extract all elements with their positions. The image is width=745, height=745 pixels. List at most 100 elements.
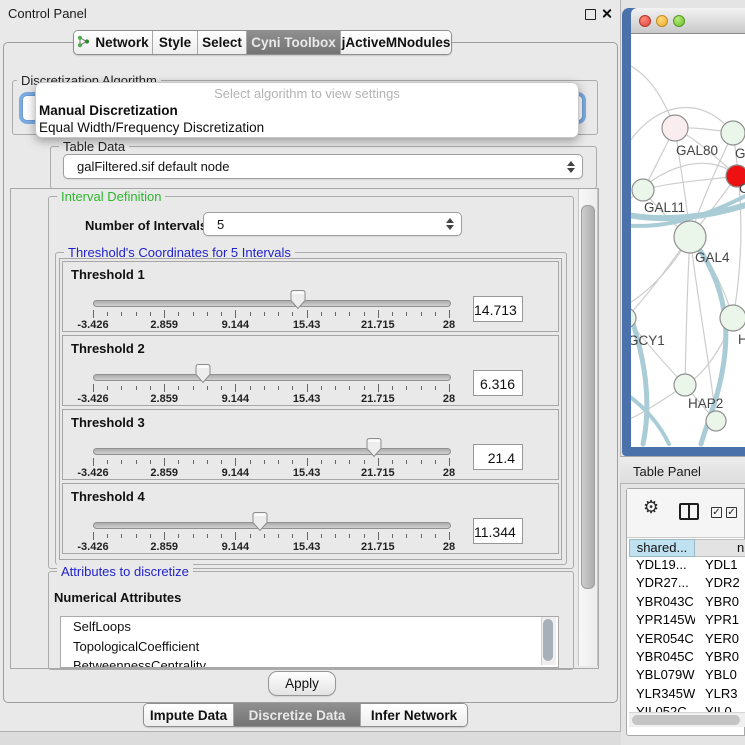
table-row[interactable]: YER054CYER0 [629, 631, 745, 649]
vertical-scrollbar-thumb[interactable] [581, 205, 595, 589]
threshold-row: Threshold 2 -3.4262.8599.14415.4321.7152… [62, 335, 559, 406]
table-data-value: galFiltered.sif default node [77, 159, 229, 174]
cell-shared-name[interactable]: YBR045C [629, 649, 695, 667]
popup-option-equal-width[interactable]: Equal Width/Frequency Discretization [39, 120, 575, 136]
threshold-row: Threshold 4 -3.4262.8599.14415.4321.7152… [62, 483, 559, 554]
network-node[interactable] [706, 411, 726, 431]
slider-thumb[interactable] [252, 511, 269, 532]
column-header-name[interactable]: n [695, 539, 745, 557]
network-window-titlebar[interactable] [631, 8, 745, 34]
table-row[interactable]: YBL079WYBL0 [629, 667, 745, 685]
threshold-value-field[interactable]: 11.344 [473, 518, 523, 544]
minimize-traffic-light[interactable] [656, 15, 668, 27]
slider-thumb[interactable] [195, 363, 212, 384]
table-hscrollbar-thumb[interactable] [632, 715, 740, 725]
cell-name[interactable]: YIL0 [695, 704, 745, 712]
close-icon[interactable] [601, 8, 612, 19]
tab-network[interactable]: Network [74, 31, 153, 54]
attribute-list-item[interactable]: TopologicalCoefficient [61, 637, 558, 657]
numerical-attributes-list[interactable]: SelfLoopsTopologicalCoefficientBetweenne… [60, 616, 559, 668]
slider-ticks [93, 383, 449, 393]
number-of-intervals-value: 5 [217, 217, 224, 232]
network-canvas[interactable]: GAL80GACGAL11GAL4GCY1HHAP2 [631, 34, 745, 447]
tab-style[interactable]: Style [153, 31, 198, 54]
panel-title: Control Panel [8, 6, 87, 21]
close-traffic-light[interactable] [639, 15, 651, 27]
network-node[interactable] [721, 121, 745, 145]
cell-shared-name[interactable]: YBL079W [629, 667, 695, 685]
attributes-group-title: Attributes to discretize [57, 564, 193, 579]
table-data-combobox[interactable]: galFiltered.sif default node [63, 154, 583, 179]
cell-name[interactable]: YPR1 [695, 612, 745, 630]
number-of-intervals-combobox[interactable]: 5 [203, 212, 462, 236]
cell-name[interactable]: YLR3 [695, 686, 745, 704]
table-hscrollbar-track[interactable] [629, 712, 745, 727]
table-row[interactable]: YDL19...YDL1 [629, 557, 745, 575]
attributes-scrollbar-thumb[interactable] [543, 619, 553, 661]
table-row[interactable]: YLR345WYLR3 [629, 686, 745, 704]
tab-infer-network[interactable]: Infer Network [361, 704, 467, 726]
attribute-list-item[interactable]: SelfLoops [61, 617, 558, 637]
tab-cyni-toolbox[interactable]: Cyni Toolbox [247, 31, 341, 54]
cell-name[interactable]: YBL0 [695, 667, 745, 685]
top-tab-bar: Network Style Select Cyni Toolbox jActiv… [73, 30, 452, 55]
cell-name[interactable]: YDL1 [695, 557, 745, 575]
table-panel: ⚙ ✓ ✓ shared... n YDL19...YDL1YDR27...YD… [626, 488, 745, 736]
slider-track[interactable] [93, 448, 451, 455]
slider-scale-labels: -3.4262.8599.14415.4321.71528 [93, 467, 449, 480]
cell-name[interactable]: YER0 [695, 631, 745, 649]
slider-track[interactable] [93, 522, 451, 529]
threshold-value-field[interactable]: 14.713 [473, 296, 523, 322]
table-panel-header: Table Panel [620, 456, 745, 484]
float-window-icon[interactable] [585, 9, 596, 20]
cell-name[interactable]: YDR2 [695, 575, 745, 593]
cell-shared-name[interactable]: YIL052C [629, 704, 695, 712]
checkbox-icon[interactable]: ✓ [726, 507, 737, 518]
slider-thumb[interactable] [290, 289, 307, 310]
column-header-shared-name[interactable]: shared... [629, 539, 695, 557]
cell-shared-name[interactable]: YDR27... [629, 575, 695, 593]
table-row[interactable]: YBR043CYBR0 [629, 594, 745, 612]
gear-icon[interactable]: ⚙ [643, 499, 659, 517]
table-panel-title: Table Panel [633, 464, 701, 479]
slider-track[interactable] [93, 300, 451, 307]
table-row[interactable]: YPR145WYPR1 [629, 612, 745, 630]
network-node-label: GA [735, 146, 745, 161]
cell-shared-name[interactable]: YER054C [629, 631, 695, 649]
tab-select[interactable]: Select [198, 31, 247, 54]
cell-shared-name[interactable]: YDL19... [629, 557, 695, 575]
threshold-slider[interactable]: -3.4262.8599.14415.4321.71528 [93, 361, 449, 406]
zoom-traffic-light[interactable] [673, 15, 685, 27]
network-node-label: GCY1 [631, 333, 665, 348]
checkbox-icon[interactable]: ✓ [711, 507, 722, 518]
table-row[interactable]: YDR27...YDR2 [629, 575, 745, 593]
threshold-slider[interactable]: -3.4262.8599.14415.4321.71528 [93, 509, 449, 554]
tab-jactive-label: jActiveMNodules [342, 35, 451, 50]
threshold-value-field[interactable]: 6.316 [473, 370, 523, 396]
cell-shared-name[interactable]: YBR043C [629, 594, 695, 612]
slider-track[interactable] [93, 374, 451, 381]
cell-name[interactable]: YBR0 [695, 649, 745, 667]
threshold-slider[interactable]: -3.4262.8599.14415.4321.71528 [93, 435, 449, 480]
cell-shared-name[interactable]: YLR345W [629, 686, 695, 704]
network-node[interactable] [674, 374, 696, 396]
threshold-value-field[interactable]: 21.4 [473, 444, 523, 470]
columns-icon[interactable] [679, 503, 699, 520]
threshold-slider[interactable]: -3.4262.8599.14415.4321.71528 [93, 287, 449, 332]
popup-option-manual-discretization[interactable]: Manual Discretization [39, 103, 575, 119]
tab-jactivemnodules[interactable]: jActiveMNodules [341, 31, 451, 54]
network-node[interactable] [662, 115, 688, 141]
cell-name[interactable]: YBR0 [695, 594, 745, 612]
network-node[interactable] [720, 305, 745, 331]
network-node[interactable] [632, 179, 654, 201]
table-row[interactable]: YIL052CYIL0 [629, 704, 745, 712]
slider-thumb[interactable] [366, 437, 383, 458]
numerical-attributes-heading: Numerical Attributes [54, 590, 181, 605]
tab-impute-data[interactable]: Impute Data [144, 704, 234, 726]
cell-shared-name[interactable]: YPR145W [629, 612, 695, 630]
attribute-list-item[interactable]: BetweennessCentrality [61, 656, 558, 668]
network-node[interactable] [674, 221, 706, 253]
tab-discretize-data[interactable]: Discretize Data [234, 704, 361, 726]
table-row[interactable]: YBR045CYBR0 [629, 649, 745, 667]
apply-button[interactable]: Apply [268, 671, 336, 696]
